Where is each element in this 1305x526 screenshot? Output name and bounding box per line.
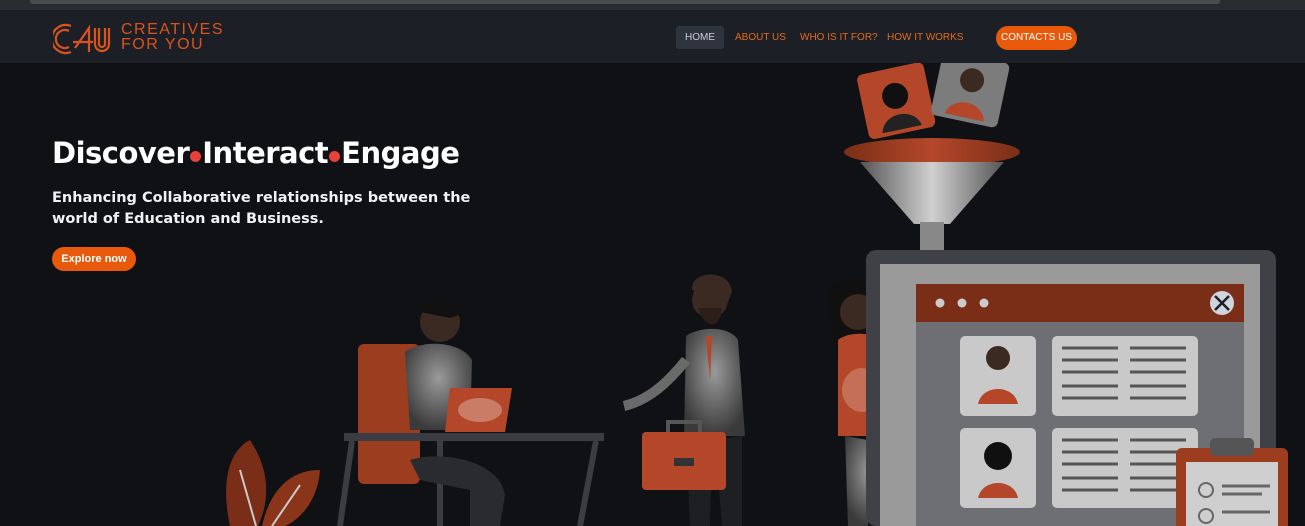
brand-line-2: FOR YOU [121, 36, 205, 53]
hero-illustration [226, 63, 1288, 526]
separator-dot [190, 151, 202, 162]
explore-now-button[interactable]: Explore now [52, 247, 136, 271]
nav-home[interactable]: HOME [676, 26, 724, 49]
funnel-icon [844, 138, 1020, 250]
c4u-logo-icon [53, 23, 111, 55]
profile-card-tilted-2 [931, 63, 1010, 128]
nav-who-is-it-for[interactable]: WHO IS IT FOR? [800, 26, 878, 49]
standing-man-figure [622, 274, 745, 526]
nav-about-us[interactable]: ABOUT US [735, 26, 786, 49]
hero-title: Discover Interact Engage [52, 136, 460, 170]
brand-name: CREATIVES FOR YOU [121, 21, 224, 53]
clipboard-icon [1176, 438, 1288, 526]
hero-word-discover: Discover [52, 136, 190, 170]
separator-dot [329, 151, 341, 162]
nav-how-it-works[interactable]: HOW IT WORKS [887, 26, 963, 49]
seated-man-figure [337, 298, 604, 526]
hero-word-interact: Interact [202, 136, 329, 170]
browser-chrome-strip [0, 0, 1305, 10]
top-navbar: CREATIVES FOR YOU HOME ABOUT US WHO IS I… [0, 10, 1305, 63]
plant-icon [226, 440, 320, 526]
brand-logo[interactable]: CREATIVES FOR YOU [53, 22, 228, 56]
hero-word-engage: Engage [341, 136, 460, 170]
brand-line-1: CREATIVES [121, 21, 224, 38]
hero-subtitle: Enhancing Collaborative relationships be… [52, 190, 471, 227]
profile-card-tilted-1 [857, 63, 936, 140]
contact-us-button[interactable]: CONTACTS US [996, 26, 1077, 50]
browser-scroll-bar [30, 0, 1220, 4]
